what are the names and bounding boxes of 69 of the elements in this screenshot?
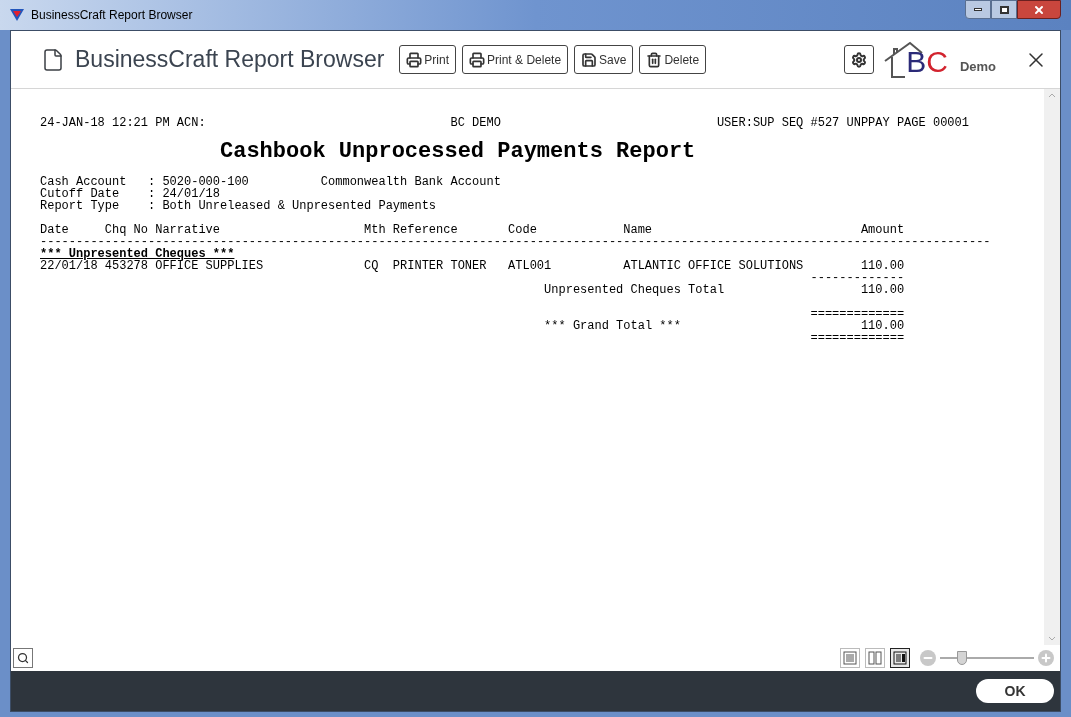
settings-icon (851, 51, 868, 68)
total-rule: ============= (810, 332, 905, 344)
logo-caption: Demo (959, 57, 996, 76)
printer-icon (406, 51, 423, 68)
scroll-down-icon (1048, 636, 1056, 641)
total-rule: ------------- (810, 272, 905, 284)
parameter-value: Both Unreleased & Unpresented Payments (162, 200, 437, 212)
parameter-value: 5020-000-100 (162, 176, 250, 188)
total-amount: 110.00 (859, 320, 905, 332)
table-cell-text: PRINTER TONER (392, 260, 488, 272)
header-rule: ------------------------------------------------------------------------------------------------------------------------------------ (40, 236, 992, 248)
find-button[interactable] (13, 648, 33, 668)
app-title: BusinessCraft Report Browser (75, 45, 385, 75)
column-header: Narrative (155, 224, 221, 236)
vertical-scrollbar[interactable] (1044, 89, 1060, 645)
trash-icon (646, 51, 663, 68)
total-rule: ============= (810, 308, 905, 320)
section-heading: *** Unpresented Cheques *** (40, 248, 235, 260)
company-name: BC DEMO (450, 117, 502, 129)
parameter-value: 24/01/18 (162, 188, 220, 200)
table-cell-text: ATL001 (508, 260, 553, 272)
column-header: Date (40, 224, 70, 236)
view-mode-button[interactable] (890, 648, 910, 668)
house-logo-icon (884, 41, 925, 78)
table-cell-text: 22/01/18 (40, 260, 98, 272)
table-cell-text: CQ (364, 260, 380, 272)
logo-letter: C (926, 47, 948, 77)
column-header: Name (623, 224, 654, 236)
table-cell-text: 110.00 (859, 260, 905, 272)
zoom-slider-thumb[interactable] (956, 651, 967, 665)
logo-letter: B (906, 47, 927, 77)
printer-icon (469, 51, 486, 68)
close-icon (1033, 3, 1045, 16)
column-header: Code (508, 224, 538, 236)
close-window-button[interactable] (1017, 0, 1061, 19)
toolbar-button[interactable]: Print (399, 45, 457, 74)
ok-button[interactable]: OK (976, 679, 1054, 703)
parameter-separator: : (148, 200, 157, 212)
column-header: Amount (859, 224, 905, 236)
app-logo-icon (9, 8, 25, 22)
settings-button[interactable] (844, 45, 875, 74)
report-date-line: 24-JAN-18 12:21 PM ACN: (40, 117, 207, 129)
maximize-button[interactable] (991, 0, 1017, 19)
search-icon (17, 652, 29, 664)
window-title: BusinessCraft Report Browser (31, 7, 193, 24)
total-label: *** Grand Total *** (544, 320, 682, 332)
total-amount: 110.00 (859, 284, 905, 296)
parameter-label: Cash Account (40, 176, 128, 188)
parameter-label: Report Type (40, 200, 121, 212)
total-label: Unpresented Cheques Total (544, 284, 726, 296)
plus-icon (1040, 652, 1052, 664)
table-cell-text: 453278 (104, 260, 149, 272)
column-header: Reference (392, 224, 459, 236)
toolbar-button[interactable]: Save (574, 45, 634, 74)
parameter-separator: : (148, 188, 157, 200)
parameter-label: Cutoff Date (40, 188, 121, 200)
report-user-info: USER:SUP SEQ #527 UNPPAY PAGE 00001 (716, 117, 969, 129)
toolbar-button[interactable]: Delete (639, 45, 707, 74)
zoom-slider-track[interactable] (940, 651, 1034, 665)
report-title: Cashbook Unprocessed Payments Report (220, 139, 696, 164)
column-header: Chq No (104, 224, 149, 236)
table-cell-text: ATLANTIC OFFICE SOLUTIONS (623, 260, 805, 272)
scroll-up-icon (1048, 93, 1056, 98)
table-cell-text: OFFICE SUPPLIES (155, 260, 265, 272)
toolbar-button[interactable]: Print & Delete (462, 45, 569, 74)
parameter-description: Commonwealth Bank Account (320, 176, 501, 188)
parameter-separator: : (148, 176, 157, 188)
minimize-button[interactable] (965, 0, 991, 19)
column-header: Mth (364, 224, 387, 236)
